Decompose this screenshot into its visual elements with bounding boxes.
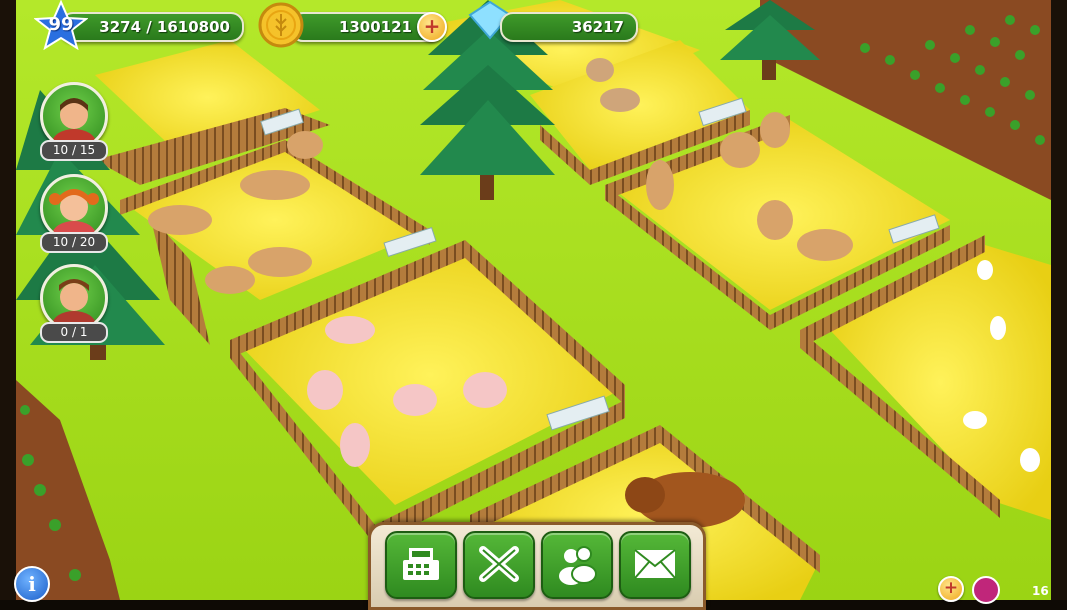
people-icon [559,546,597,585]
footer-counter: 16 [1032,584,1049,598]
mail-button[interactable] [619,531,691,599]
add-coins-button[interactable]: + [417,12,447,42]
level-number: 99 [48,14,74,35]
info-button[interactable]: i [14,566,50,602]
bottom-toolbar [368,522,706,610]
shop-button[interactable] [385,531,457,599]
farm-scene [0,0,1067,600]
coin-icon [258,2,304,48]
coins-text: 1300121 [338,18,412,36]
worker-count: 0 / 1 [40,322,108,343]
envelope-icon [634,549,676,579]
build-button[interactable] [463,531,535,599]
friends-button[interactable] [541,531,613,599]
add-button[interactable]: + [938,576,964,602]
diamonds-text: 36217 [571,18,624,36]
worker-count: 10 / 15 [40,140,108,161]
xp-text: 3274 / 1610800 [99,18,230,36]
cash-register-icon [403,548,439,580]
cross-tools-icon [479,546,519,582]
worker-count: 10 / 20 [40,232,108,253]
diamonds-bar: 36217 [500,12,638,42]
